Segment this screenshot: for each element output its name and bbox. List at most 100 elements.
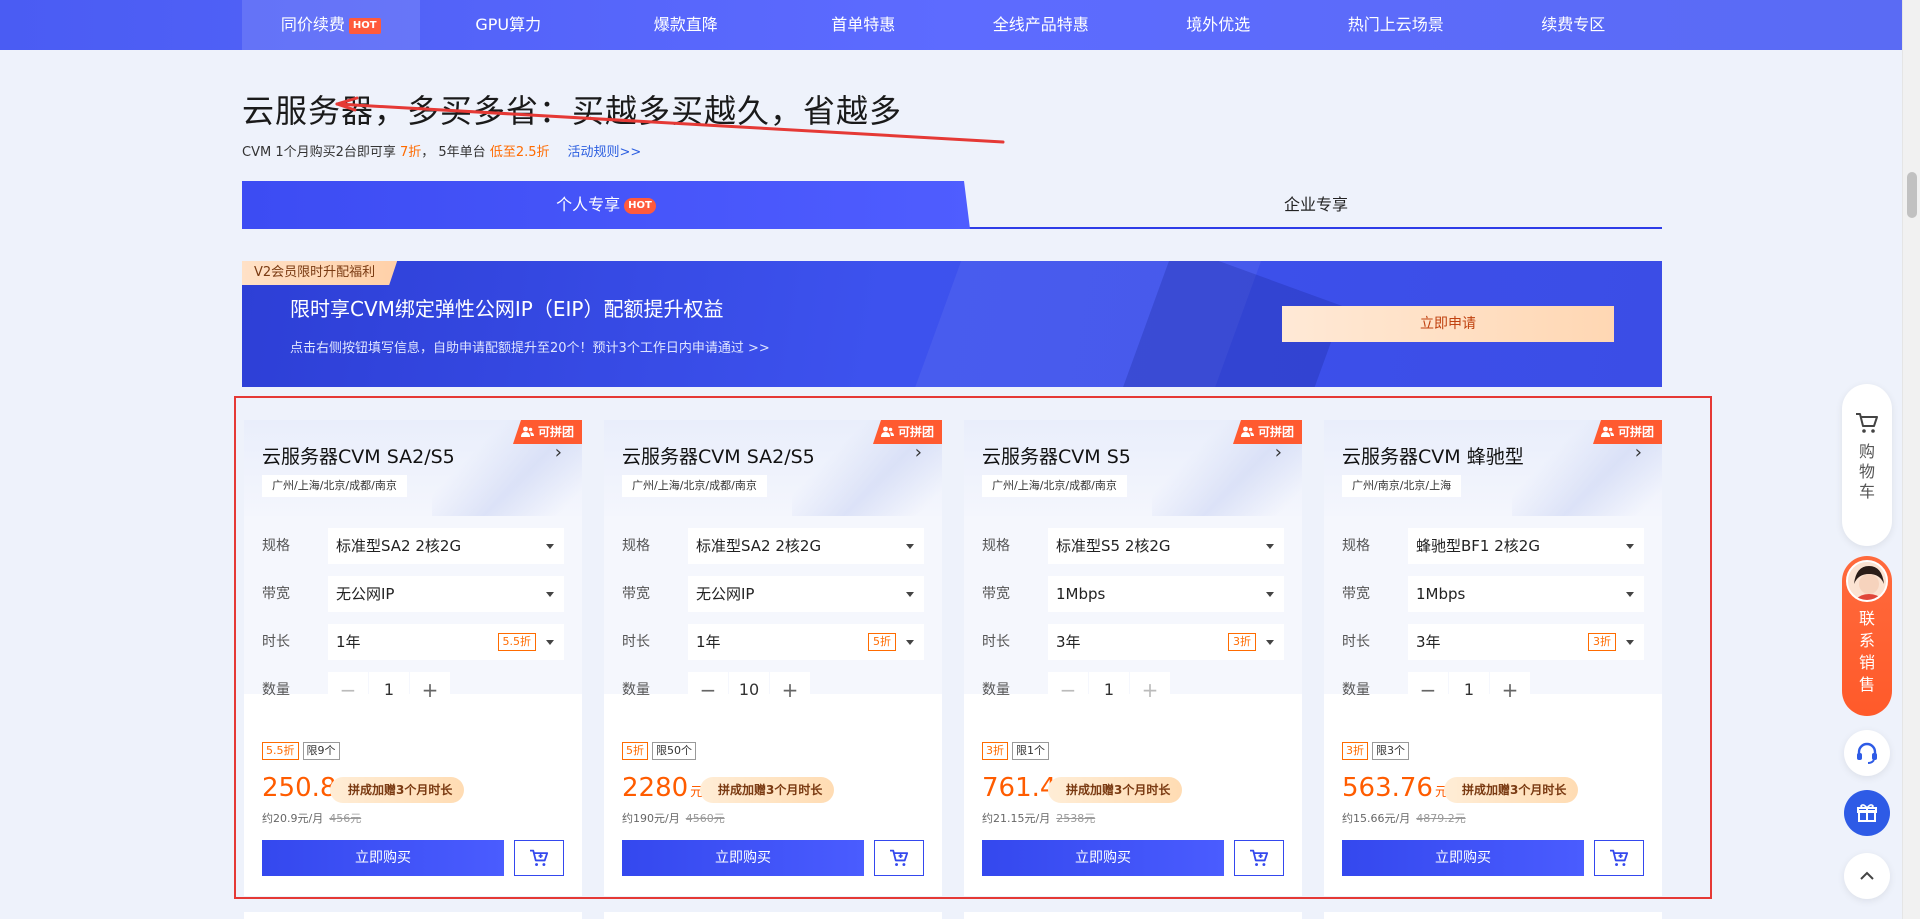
quantity-stepper: −1 +: [1048, 672, 1171, 708]
config-label: 时长: [1342, 634, 1370, 650]
monthly-price-value: 约190元/月: [622, 812, 680, 825]
monthly-price: 约190元/月 4560元: [622, 810, 725, 826]
support-button[interactable]: [1844, 730, 1890, 776]
duration-select[interactable]: 3年 3折: [1048, 624, 1284, 660]
duration-select[interactable]: 3年 3折: [1408, 624, 1644, 660]
original-price: 4879.2元: [1416, 812, 1466, 825]
add-to-cart-button[interactable]: [1234, 840, 1284, 876]
subtitle-mid: ， 5年单台: [421, 145, 490, 160]
rules-link[interactable]: 活动规则>>: [568, 145, 642, 160]
config-row: 时长 3年 3折: [1342, 624, 1644, 660]
card-title[interactable]: 云服务器CVM 蜂驰型: [1342, 442, 1524, 469]
product-card: 可拼团 云服务器CVM SA2/S5 › 广州/上海/北京/成都/南京 规格 标准型SA2…: [244, 420, 582, 896]
add-to-cart-button[interactable]: [874, 840, 924, 876]
chevron-right-icon[interactable]: ›: [1635, 442, 1642, 463]
nav-item-hot-deals[interactable]: 爆款直降: [597, 0, 775, 50]
limit-tag: 限3个: [1372, 742, 1409, 760]
add-to-cart-button[interactable]: [514, 840, 564, 876]
bandwidth-select[interactable]: 无公网IP: [688, 576, 924, 612]
quantity-value[interactable]: 10: [729, 672, 769, 708]
nav-item-gpu[interactable]: GPU算力: [420, 0, 598, 50]
nav-item-all-products[interactable]: 全线产品特惠: [952, 0, 1130, 50]
discount-badge: 3折: [1228, 633, 1256, 651]
nav-item-scenarios[interactable]: 热门上云场景: [1307, 0, 1485, 50]
caret-down-icon: [1266, 640, 1274, 645]
buy-now-button[interactable]: 立即购买: [262, 840, 504, 876]
increment-button[interactable]: +: [1490, 672, 1530, 708]
buy-now-button[interactable]: 立即购买: [1342, 840, 1584, 876]
apply-now-button[interactable]: 立即申请: [1282, 306, 1614, 342]
increment-button[interactable]: +: [410, 672, 450, 708]
config-row: 规格 蜂驰型BF1 2核2G: [1342, 528, 1644, 564]
increment-button[interactable]: +: [1130, 672, 1170, 708]
tab-personal[interactable]: 个人专享 HOT: [242, 181, 970, 229]
decrement-button[interactable]: −: [1408, 672, 1448, 708]
tab-enterprise[interactable]: 企业专享: [970, 181, 1662, 229]
config-label: 数量: [262, 682, 290, 698]
contact-sales-button[interactable]: 联系销售: [1842, 556, 1892, 716]
hot-badge: HOT: [348, 17, 381, 34]
spec-select[interactable]: 标准型SA2 2核2G: [688, 528, 924, 564]
page-scrollbar[interactable]: [1902, 0, 1920, 919]
quantity-value[interactable]: 1: [1449, 672, 1489, 708]
card-title[interactable]: 云服务器CVM SA2/S5: [622, 442, 815, 469]
card-title[interactable]: 云服务器CVM S5: [982, 442, 1131, 469]
scrollbar-thumb[interactable]: [1907, 172, 1917, 218]
config-row: 数量 −1 +: [982, 672, 1284, 708]
banner-description[interactable]: 点击右侧按钮填写信息，自助申请配额提升至20个！预计3个工作日内申请通过 >>: [290, 337, 770, 356]
select-value: 1Mbps: [1416, 585, 1466, 603]
bandwidth-select[interactable]: 无公网IP: [328, 576, 564, 612]
chevron-right-icon[interactable]: ›: [915, 442, 922, 463]
product-card: 可拼团 云服务器CVM 蜂驰型 › 广州/南京/北京/上海 规格 蜂驰型BF1 2核2G 带…: [1324, 420, 1662, 896]
audience-tabs: 个人专享 HOT 企业专享: [242, 181, 1662, 229]
decrement-button[interactable]: −: [328, 672, 368, 708]
bandwidth-select[interactable]: 1Mbps: [1048, 576, 1284, 612]
group-promo-badge: 拼成加赠3个月时长: [330, 777, 465, 803]
quantity-stepper: −1 +: [1408, 672, 1531, 708]
config-row: 时长 3年 3折: [982, 624, 1284, 660]
buy-now-button[interactable]: 立即购买: [622, 840, 864, 876]
add-to-cart-button[interactable]: [1594, 840, 1644, 876]
chevron-right-icon[interactable]: ›: [1275, 442, 1282, 463]
quantity-value[interactable]: 1: [369, 672, 409, 708]
cart-icon: [1610, 849, 1629, 867]
chevron-right-icon[interactable]: ›: [555, 442, 562, 463]
duration-select[interactable]: 1年 5.5折: [328, 624, 564, 660]
bandwidth-select[interactable]: 1Mbps: [1408, 576, 1644, 612]
back-to-top-button[interactable]: [1844, 853, 1890, 899]
floating-cart-button[interactable]: 购物车: [1842, 384, 1892, 546]
spec-select[interactable]: 标准型SA2 2核2G: [328, 528, 564, 564]
decrement-button[interactable]: −: [1048, 672, 1088, 708]
decrement-button[interactable]: −: [688, 672, 728, 708]
caret-down-icon: [1626, 640, 1634, 645]
price-value: 250.8: [262, 773, 337, 803]
spec-select[interactable]: 标准型S5 2核2G: [1048, 528, 1284, 564]
config-label: 时长: [262, 634, 290, 650]
caret-down-icon: [1626, 592, 1634, 597]
select-value: 3年: [1416, 633, 1441, 651]
select-value: 1Mbps: [1056, 585, 1106, 603]
spec-select[interactable]: 蜂驰型BF1 2核2G: [1408, 528, 1644, 564]
select-value: 标准型S5 2核2G: [1056, 537, 1171, 555]
cart-label: 购物车: [1842, 442, 1892, 502]
config-label: 带宽: [1342, 586, 1370, 602]
config-row: 规格 标准型SA2 2核2G: [622, 528, 924, 564]
nav-item-first-order[interactable]: 首单特惠: [775, 0, 953, 50]
nav-item-overseas[interactable]: 境外优选: [1130, 0, 1308, 50]
config-row: 带宽 无公网IP: [622, 576, 924, 612]
gift-button[interactable]: [1844, 790, 1890, 836]
original-price: 2538元: [1056, 812, 1096, 825]
group-buy-badge: 可拼团: [1592, 420, 1662, 444]
increment-button[interactable]: +: [770, 672, 810, 708]
buy-now-button[interactable]: 立即购买: [982, 840, 1224, 876]
card-title[interactable]: 云服务器CVM SA2/S5: [262, 442, 455, 469]
quantity-value[interactable]: 1: [1089, 672, 1129, 708]
nav-item-renewal-same-price[interactable]: 同价续费 HOT: [242, 0, 420, 50]
monthly-price: 约15.66元/月 4879.2元: [1342, 810, 1466, 826]
limit-tag: 限9个: [302, 742, 340, 760]
nav-item-renewal-zone[interactable]: 续费专区: [1485, 0, 1663, 50]
users-icon: [1600, 426, 1614, 437]
config-row: 时长 1年 5.5折: [262, 624, 564, 660]
duration-select[interactable]: 1年 5折: [688, 624, 924, 660]
price-tags: 5.5折 限9个: [262, 742, 340, 760]
